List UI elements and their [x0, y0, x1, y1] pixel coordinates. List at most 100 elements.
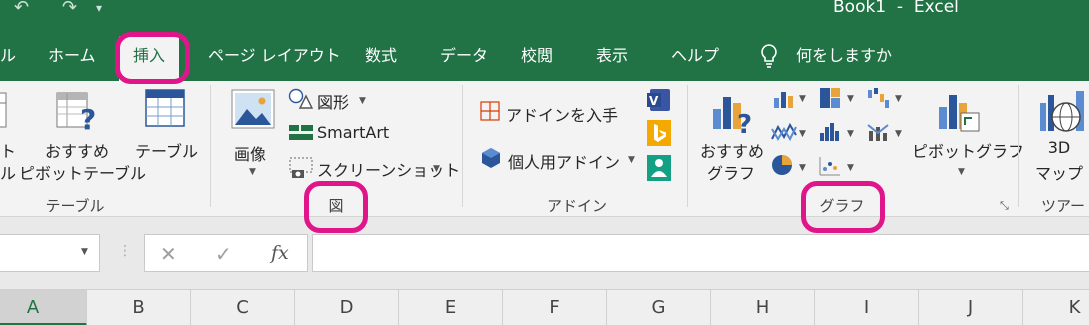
hierarchy-chart-icon[interactable]	[818, 86, 842, 110]
svg-text:?: ?	[737, 110, 752, 135]
svg-text:?: ?	[80, 103, 96, 135]
column-header-i[interactable]: I	[815, 290, 919, 325]
pivot-chart-dropdown-icon[interactable]: ▼	[958, 167, 965, 177]
waterfall-chart-icon[interactable]	[866, 86, 890, 110]
highlight-charts-group	[801, 181, 885, 233]
scatter-chart-icon[interactable]	[818, 155, 842, 177]
tab-data[interactable]: データ	[440, 34, 488, 81]
highlight-insert-tab	[115, 32, 190, 84]
scatter-chart-dropdown-icon[interactable]: ▼	[847, 163, 854, 173]
my-addins-icon[interactable]	[481, 147, 501, 169]
recommended-charts-icon[interactable]: ?	[709, 89, 755, 135]
column-chart-icon[interactable]	[772, 88, 796, 110]
formula-input[interactable]	[312, 234, 1089, 272]
shapes-label[interactable]: 図形	[317, 89, 349, 113]
tell-me-search[interactable]: 何をしますか	[796, 34, 892, 81]
highlight-illustrations-group	[304, 181, 368, 233]
pivot-chart-icon[interactable]	[935, 89, 981, 135]
my-addins-dropdown-icon[interactable]: ▼	[628, 155, 635, 165]
column-header-a[interactable]: A	[0, 290, 87, 325]
screenshot-icon[interactable]	[288, 156, 314, 180]
waterfall-chart-dropdown-icon[interactable]: ▼	[895, 94, 902, 104]
3d-map-label-1[interactable]: 3D	[1034, 138, 1084, 157]
enter-icon[interactable]: ✓	[215, 242, 232, 266]
cancel-icon[interactable]: ✕	[160, 242, 177, 266]
charts-dialog-launcher-icon[interactable]: ⤡	[1000, 199, 1009, 213]
shapes-icon[interactable]	[288, 88, 314, 110]
tab-home[interactable]: ホーム	[48, 34, 96, 81]
separator	[687, 85, 688, 207]
pie-chart-icon[interactable]	[770, 153, 794, 177]
window-title: Book1 - Excel	[833, 0, 959, 17]
ribbon: ト ル ? おすすめ ピボットテーブル テーブル テーブル 画像 ▼ 図形 ▼	[0, 81, 1089, 217]
get-addins-icon[interactable]	[480, 101, 500, 121]
pivot-table-label-partial-2[interactable]: ル	[0, 160, 16, 184]
tab-file-partial[interactable]: ル	[0, 34, 16, 81]
combo-chart-dropdown-icon[interactable]: ▼	[895, 129, 902, 139]
recommended-pivot-label-1[interactable]: おすすめ	[45, 138, 109, 162]
column-header-c[interactable]: C	[191, 290, 295, 325]
table-icon[interactable]	[145, 89, 185, 129]
3d-map-label-2[interactable]: マップ	[1034, 160, 1084, 184]
column-header-g[interactable]: G	[607, 290, 711, 325]
name-box-dropdown-icon[interactable]: ▼	[81, 247, 88, 257]
column-header-e[interactable]: E	[399, 290, 503, 325]
column-header-j[interactable]: J	[919, 290, 1023, 325]
pictures-icon[interactable]	[231, 89, 275, 131]
recommended-charts-label-2[interactable]: グラフ	[700, 160, 762, 184]
pivot-table-icon-partial[interactable]	[0, 91, 10, 131]
undo-icon[interactable]: ↶	[14, 0, 29, 18]
svg-text:V: V	[649, 94, 659, 108]
qat-customize-icon[interactable]: ▾	[96, 0, 102, 18]
bing-maps-icon[interactable]	[647, 120, 671, 146]
get-addins-label[interactable]: アドインを入手	[506, 102, 618, 126]
column-chart-dropdown-icon[interactable]: ▼	[799, 94, 806, 104]
tab-page-layout[interactable]: ページ レイアウト	[208, 34, 341, 81]
smartart-label[interactable]: SmartArt	[317, 123, 389, 142]
column-header-row: A B C D E F G H I J K	[0, 289, 1089, 325]
combo-chart-icon[interactable]	[866, 121, 890, 143]
3d-map-icon[interactable]	[1036, 89, 1089, 135]
separator	[462, 85, 463, 207]
drag-handle-icon[interactable]: ⋮	[118, 243, 132, 259]
people-graph-icon[interactable]	[647, 155, 671, 181]
insert-function-icon[interactable]: fx	[271, 242, 289, 264]
tab-formulas[interactable]: 数式	[365, 34, 397, 81]
table-label[interactable]: テーブル	[135, 138, 198, 162]
statistic-chart-dropdown-icon[interactable]: ▼	[847, 129, 854, 139]
statistic-chart-icon[interactable]	[818, 121, 842, 143]
shapes-dropdown-icon[interactable]: ▼	[359, 96, 366, 106]
recommended-pivot-table-icon[interactable]: ?	[55, 89, 101, 135]
addins-group-label: アドイン	[547, 197, 608, 215]
tab-help[interactable]: ヘルプ	[671, 34, 719, 81]
formula-buttons: ✕ ✓ fx	[144, 234, 308, 272]
title-bar: ↶ ↷ ▾ Book1 - Excel	[0, 0, 1089, 34]
formula-bar: ▼ ⋮ ✕ ✓ fx	[0, 217, 1089, 289]
pivot-chart-label[interactable]: ピボットグラフ	[912, 138, 1024, 162]
lightbulb-icon[interactable]	[759, 42, 779, 70]
tab-view[interactable]: 表示	[596, 34, 628, 81]
line-chart-dropdown-icon[interactable]: ▼	[799, 129, 806, 139]
pie-chart-dropdown-icon[interactable]: ▼	[799, 163, 806, 173]
recommended-pivot-label-2[interactable]: ピボットテーブル	[19, 160, 146, 184]
tab-review[interactable]: 校閲	[521, 34, 553, 81]
column-header-b[interactable]: B	[87, 290, 191, 325]
pictures-label[interactable]: 画像	[234, 141, 266, 165]
column-header-f[interactable]: F	[503, 290, 607, 325]
separator	[1018, 85, 1019, 207]
screenshot-dropdown-icon[interactable]: ▼	[433, 164, 440, 174]
recommended-charts-label-1[interactable]: おすすめ	[700, 138, 764, 162]
visio-icon[interactable]: V	[647, 88, 671, 112]
column-header-k[interactable]: K	[1023, 290, 1089, 325]
pivot-table-label-partial-1[interactable]: ト	[0, 138, 16, 162]
hierarchy-chart-dropdown-icon[interactable]: ▼	[847, 94, 854, 104]
name-box[interactable]: ▼	[0, 234, 100, 272]
pictures-dropdown-icon[interactable]: ▼	[249, 167, 256, 177]
redo-icon[interactable]: ↷	[62, 0, 77, 18]
my-addins-label[interactable]: 個人用アドイン	[508, 149, 620, 173]
column-header-d[interactable]: D	[295, 290, 399, 325]
line-chart-icon[interactable]	[770, 121, 798, 145]
tables-group-label: テーブル	[45, 197, 105, 215]
smartart-icon[interactable]	[288, 123, 314, 143]
column-header-h[interactable]: H	[711, 290, 815, 325]
